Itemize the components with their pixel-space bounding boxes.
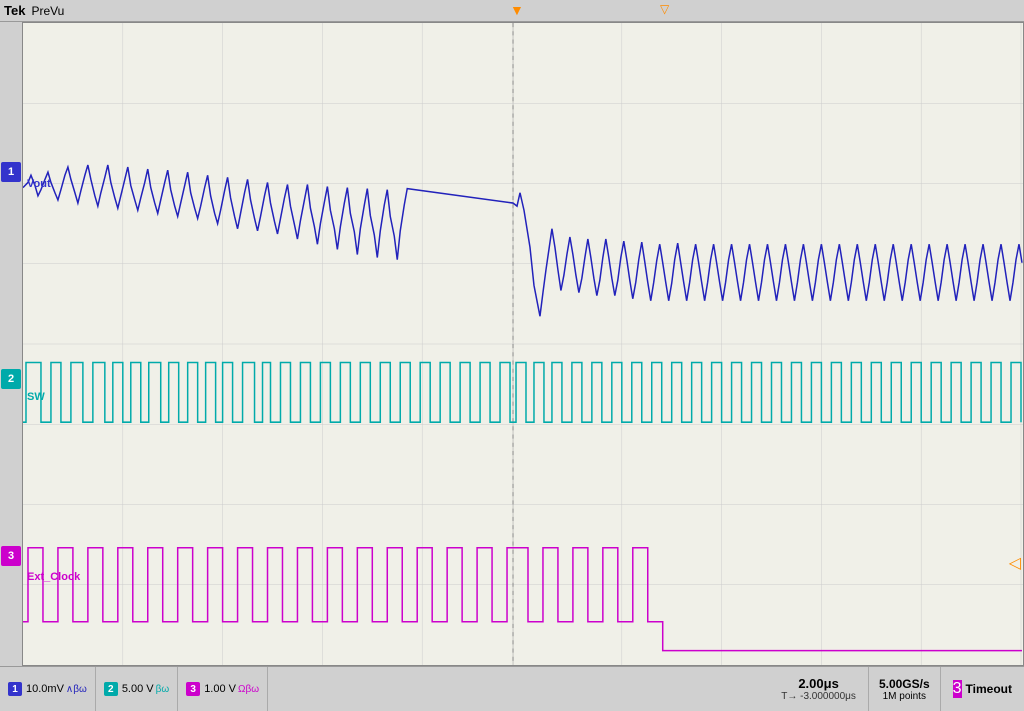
ch1-scale-value: 10.0mV [26,683,64,695]
ch3-box[interactable]: 3 [1,546,21,566]
grid-svg [23,23,1023,665]
ch3-number: 3 [186,682,200,696]
status-bar: 1 10.0mV ∧βω 2 5.00 V βω 3 1.00 V Ωβω 2.… [0,666,1024,711]
brand-logo: Tek [4,3,25,18]
main-display: Vout SW Ext_Clock ◁ [22,22,1024,666]
ch2-number: 2 [104,682,118,696]
trigger-top-indicator: ▼ [510,2,524,18]
ch3-label: Ext_Clock [27,571,80,583]
ch2-label: SW [27,391,45,403]
ch2-status[interactable]: 2 5.00 V βω [96,667,178,711]
acq-points: 1M points [883,691,926,702]
acquisition-section: 5.00GS/s 1M points [869,667,941,711]
top-bar: Tek PreVu ▼ ▽ [0,0,1024,22]
ch3-scale-value: 1.00 V [204,683,236,695]
timeout-section[interactable]: 3 Timeout [941,667,1024,711]
ch1-label: Vout [27,178,51,190]
timebase-offset: T→ -3.000000μs [781,691,856,702]
ch1-coupling: ∧βω [66,684,87,695]
acq-rate: 5.00GS/s [879,677,930,691]
mode-label: PreVu [31,4,64,18]
timeout-ch-number: 3 [953,680,962,698]
timebase-offset-value: -3.000000μs [800,691,856,702]
ch2-coupling: βω [156,684,170,695]
trigger-right-marker: ◁ [1009,553,1021,573]
ch3-status[interactable]: 3 1.00 V Ωβω [178,667,268,711]
ch2-scale-value: 5.00 V [122,683,154,695]
timeout-label: Timeout [966,682,1012,696]
ch3-coupling: Ωβω [238,684,259,695]
left-sidebar: 1 2 3 [0,22,22,666]
timebase-section[interactable]: 2.00μs T→ -3.000000μs [769,667,869,711]
oscilloscope-display: Tek PreVu ▼ ▽ 1 2 3 [0,0,1024,711]
ch1-status[interactable]: 1 10.0mV ∧βω [0,667,96,711]
timebase-arrow: T→ [781,691,797,702]
ch1-box[interactable]: 1 [1,162,21,182]
ch2-box[interactable]: 2 [1,369,21,389]
timebase-main: 2.00μs [798,676,839,691]
trigger-flag: ▽ [660,2,669,16]
ch1-number: 1 [8,682,22,696]
